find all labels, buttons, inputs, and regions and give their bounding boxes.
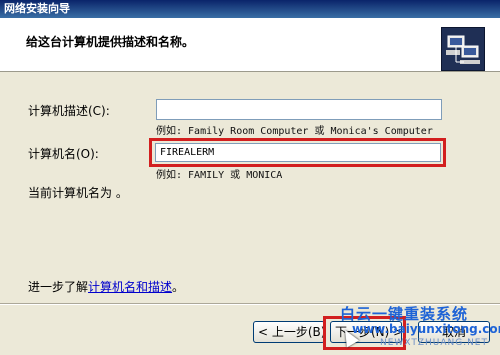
network-computers-icon (441, 27, 485, 71)
learn-more-link[interactable]: 计算机名和描述 (88, 280, 172, 294)
learn-more-prefix: 进一步了解 (28, 280, 89, 294)
window-title: 网络安装向导 (0, 0, 500, 18)
current-name-text: 当前计算机名为 。 (28, 186, 128, 200)
back-button[interactable]: < 上一步(B) (253, 321, 325, 343)
description-example: 例如: Family Room Computer 或 Monica's Comp… (156, 126, 433, 137)
watermark-title: 白云一键重装系统 (340, 305, 469, 323)
name-example: 例如: FAMILY 或 MONICA (156, 170, 283, 181)
wizard-header: 给这台计算机提供描述和名称。 (0, 18, 500, 72)
learn-more-suffix: 。 (172, 280, 185, 294)
watermark-url: www.baiyunxitong.com (352, 322, 500, 336)
learn-more-text: 进一步了解计算机名和描述。 (28, 278, 184, 295)
page-title: 给这台计算机提供描述和名称。 (26, 35, 195, 49)
computer-name-input[interactable]: FIREALERM (155, 143, 441, 162)
computer-name-label: 计算机名(O): (28, 147, 99, 161)
watermark-url-secondary: NEWXTZHUANG.NET (380, 338, 488, 348)
description-label: 计算机描述(C): (28, 104, 110, 118)
computer-description-input[interactable] (156, 99, 442, 120)
